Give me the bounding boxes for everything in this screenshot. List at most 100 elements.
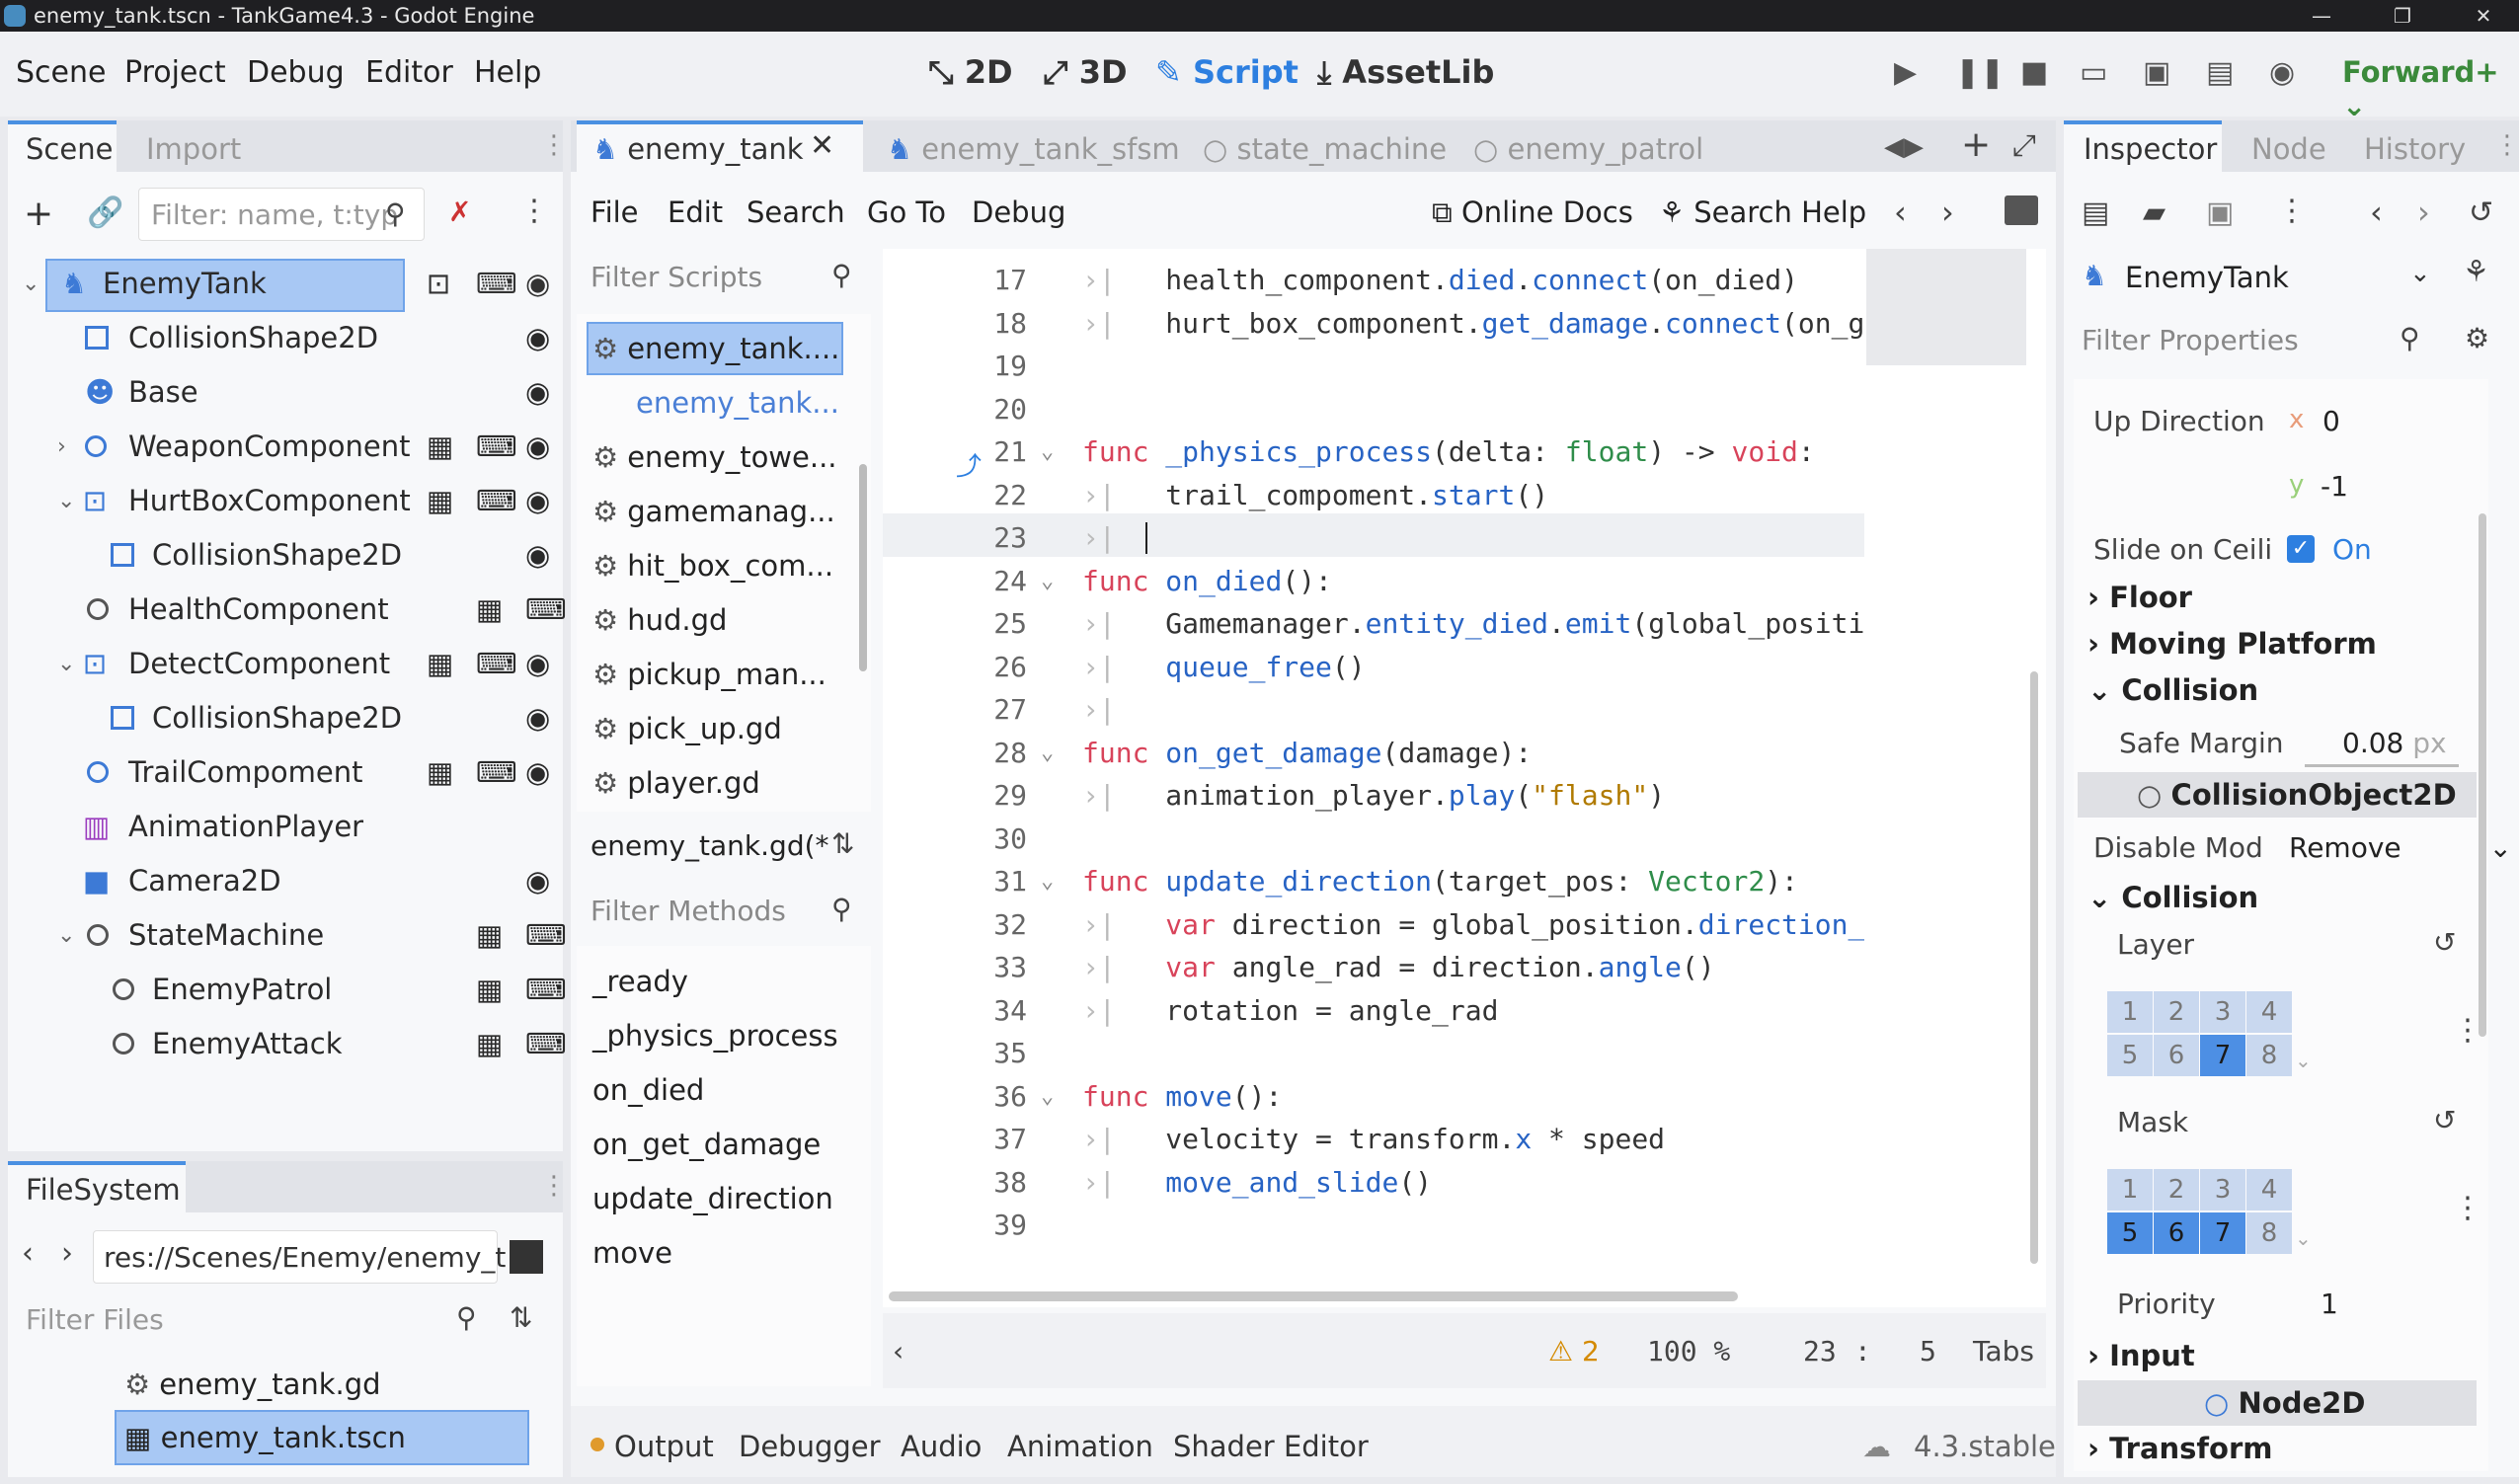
- mask-options-icon[interactable]: ⋮: [2453, 1191, 2482, 1225]
- method-item[interactable]: on_died: [592, 1062, 704, 1118]
- play-icon[interactable]: ▶: [1894, 55, 1917, 90]
- bit-cell-4[interactable]: 4: [2246, 1169, 2292, 1211]
- scripts-scrollbar[interactable]: [859, 464, 867, 671]
- section-transform[interactable]: › Transform: [2087, 1432, 2273, 1465]
- bit-cell-5[interactable]: 5: [2107, 1035, 2153, 1076]
- visibility-eye-icon[interactable]: ◉: [525, 745, 550, 800]
- script-menu-file[interactable]: File: [590, 195, 639, 229]
- workspace-assetlib[interactable]: ⤓ AssetLib: [1317, 53, 1494, 92]
- tree-node-enemytank[interactable]: ⌄ ♞ EnemyTank ⊡ ⌨ ◉: [22, 257, 555, 311]
- open-scene-icon[interactable]: ▦: [427, 474, 453, 528]
- distraction-free-icon[interactable]: ⤢: [2012, 128, 2036, 163]
- safe-margin-field[interactable]: 0.08 px: [2342, 727, 2447, 759]
- toggle-sidebar-icon[interactable]: ‹: [893, 1335, 904, 1367]
- filter-files-input[interactable]: Filter Files: [26, 1303, 164, 1336]
- object-tool-icon[interactable]: ⚘: [2463, 255, 2489, 289]
- pause-icon[interactable]: ❚❚: [1955, 55, 2005, 90]
- method-item[interactable]: update_direction: [592, 1171, 833, 1226]
- method-item[interactable]: move: [592, 1225, 672, 1281]
- tab-debugger[interactable]: Debugger: [739, 1430, 881, 1463]
- collapse-icon[interactable]: ⌄: [57, 637, 75, 691]
- disable-mode-select[interactable]: Remove ⌄: [2289, 831, 2512, 864]
- layer-options-icon[interactable]: ⋮: [2453, 1013, 2482, 1048]
- expand-grid-icon[interactable]: ⌄: [2295, 1049, 2312, 1072]
- menu-editor[interactable]: Editor: [365, 55, 453, 90]
- expand-grid-icon[interactable]: ⌄: [2295, 1226, 2312, 1250]
- property-options-icon[interactable]: ⚙: [2465, 322, 2489, 354]
- script-attached-icon[interactable]: ⌨: [476, 420, 517, 474]
- expand-icon[interactable]: ›: [57, 420, 66, 474]
- section-collision-layers[interactable]: ⌄ Collision: [2087, 881, 2258, 914]
- split-mode-icon[interactable]: [510, 1240, 543, 1274]
- collapse-icon[interactable]: ⌄: [57, 474, 75, 528]
- play-scene-icon[interactable]: ▣: [2143, 55, 2170, 90]
- bit-cell-5[interactable]: 5: [2107, 1212, 2153, 1254]
- tab-inspector[interactable]: Inspector: [2084, 132, 2217, 166]
- fold-icon[interactable]: ⌄: [1041, 560, 1054, 602]
- close-button[interactable]: ✕: [2439, 0, 2519, 32]
- fold-icon[interactable]: ⌄: [1041, 430, 1054, 473]
- open-scene-icon[interactable]: ▦: [427, 420, 453, 474]
- back-icon[interactable]: ‹: [22, 1236, 34, 1271]
- tab-output[interactable]: Output: [614, 1430, 714, 1463]
- tab-scroll-icon[interactable]: ◀▶: [1884, 132, 1924, 162]
- workspace-script[interactable]: ✎ Script: [1155, 53, 1299, 91]
- online-docs-button[interactable]: ⧉ Online Docs: [1432, 195, 1633, 230]
- link-icon[interactable]: 🔗: [87, 195, 123, 230]
- file-item-tscn[interactable]: ▦ enemy_tank.tscn: [124, 1410, 406, 1465]
- toggle-panel-icon[interactable]: [2005, 195, 2038, 225]
- next-script-icon[interactable]: ›: [1941, 194, 1954, 231]
- workspace-3d[interactable]: ⤢ 3D: [1043, 53, 1128, 92]
- script-attached-icon[interactable]: ⌨: [476, 637, 517, 691]
- zoom-level[interactable]: 100 %: [1647, 1335, 1730, 1367]
- history-back-icon[interactable]: ‹: [2370, 194, 2383, 231]
- warnings-indicator[interactable]: ⚠ 2: [1548, 1335, 1600, 1367]
- script-attached-icon[interactable]: ⌨: [525, 963, 567, 1017]
- reset-icon[interactable]: ↺: [2433, 1104, 2456, 1136]
- node2d-class[interactable]: ○ Node2D: [2204, 1386, 2365, 1420]
- bit-cell-3[interactable]: 3: [2200, 1169, 2245, 1211]
- safe-margin-slider[interactable]: [2305, 764, 2459, 767]
- tree-node-collisionshape-hurtbox[interactable]: CollisionShape2D ◉: [22, 528, 555, 583]
- bit-cell-1[interactable]: 1: [2107, 1169, 2153, 1211]
- fold-icon[interactable]: ⌄: [1041, 732, 1054, 774]
- scene-options-icon[interactable]: ⋮: [519, 194, 549, 228]
- priority-field[interactable]: 1: [2321, 1288, 2338, 1320]
- tree-node-base[interactable]: ☻ Base ◉: [22, 365, 555, 420]
- script-item[interactable]: ⚙ pickup_man...: [592, 647, 827, 702]
- sort-icon[interactable]: ⇅: [831, 827, 854, 860]
- tree-node-enemyattack[interactable]: EnemyAttack ▦ ⌨: [22, 1017, 567, 1071]
- tab-audio[interactable]: Audio: [901, 1430, 982, 1463]
- bit-cell-2[interactable]: 2: [2154, 1169, 2199, 1211]
- script-item[interactable]: ⚙ pick_up.gd: [592, 701, 782, 756]
- tab-history[interactable]: History: [2364, 132, 2466, 166]
- section-moving-platform[interactable]: › Moving Platform: [2087, 627, 2377, 661]
- minimap[interactable]: [1866, 249, 2026, 365]
- tab-enemy-patrol[interactable]: ○ enemy_patrol: [1473, 132, 1703, 166]
- detach-script-icon[interactable]: ✗: [448, 195, 471, 228]
- tree-node-detect[interactable]: ⌄ ⊡ DetectComponent ▦ ⌨ ◉: [22, 637, 555, 691]
- visibility-eye-icon[interactable]: ◉: [525, 691, 550, 745]
- menu-project[interactable]: Project: [124, 55, 226, 90]
- script-item[interactable]: ⚙ player.gd: [592, 755, 760, 811]
- indent-mode[interactable]: Tabs: [1973, 1335, 2034, 1367]
- script-attached-icon[interactable]: ⌨: [525, 583, 567, 637]
- sort-icon[interactable]: ⇅: [510, 1301, 532, 1334]
- bit-cell-2[interactable]: 2: [2154, 991, 2199, 1033]
- up-direction-x-field[interactable]: 0: [2322, 405, 2340, 437]
- section-collision[interactable]: ⌄ Collision: [2087, 673, 2258, 707]
- tab-node[interactable]: Node: [2251, 132, 2326, 166]
- fold-icon[interactable]: ⌄: [1041, 860, 1054, 902]
- visibility-eye-icon[interactable]: ◉: [525, 420, 550, 474]
- checkbox-checked-icon[interactable]: ✓: [2287, 535, 2315, 563]
- open-folder-icon[interactable]: ▰: [2143, 195, 2165, 230]
- recent-icon[interactable]: ↺: [2469, 195, 2493, 230]
- script-attached-icon[interactable]: ⌨: [476, 474, 517, 528]
- tab-filesystem[interactable]: FileSystem: [26, 1173, 181, 1207]
- dock-menu-icon[interactable]: ⋮: [2494, 130, 2519, 160]
- visibility-eye-icon[interactable]: ◉: [525, 528, 550, 583]
- fold-icon[interactable]: ⌄: [1041, 1075, 1054, 1118]
- open-scene-icon[interactable]: ▦: [427, 745, 453, 800]
- script-attached-icon[interactable]: ⌨: [525, 1017, 567, 1071]
- workspace-2d[interactable]: ⤡ 2D: [928, 53, 1013, 92]
